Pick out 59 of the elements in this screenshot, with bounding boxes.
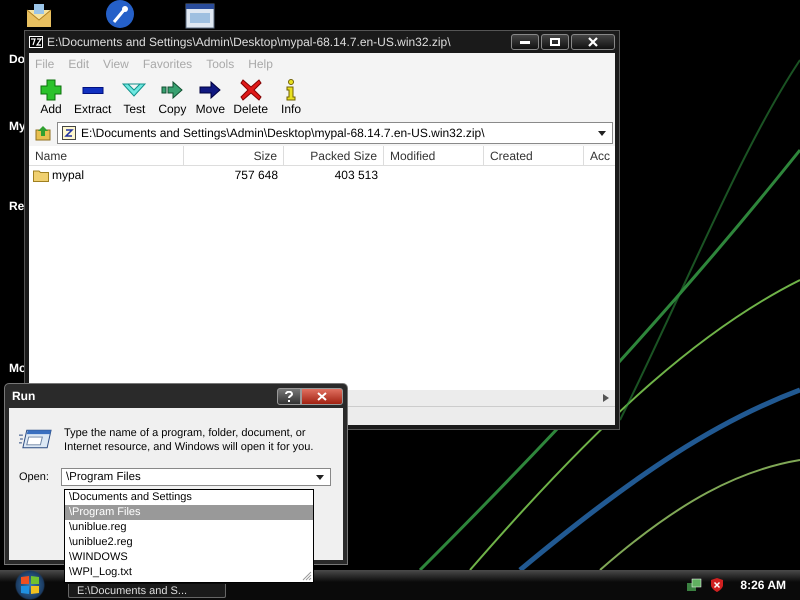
toolbar-button[interactable]: Add	[33, 76, 69, 118]
address-field[interactable]: E:\Documents and Settings\Admin\Desktop\mypal-68.14.7.en-US.win32.zip\	[57, 122, 613, 144]
plus-icon	[39, 78, 63, 102]
column-header[interactable]: Name	[29, 146, 184, 165]
help-button[interactable]	[277, 388, 301, 404]
toolbar-button[interactable]: Move	[192, 76, 228, 118]
scroll-right-icon[interactable]	[603, 394, 609, 402]
open-label: Open:	[19, 471, 49, 483]
open-combobox[interactable]: \Program Files	[60, 468, 331, 486]
window-title: E:\Documents and Settings\Admin\Desktop\mypal-68.14.7.en-US.win32.zip\	[47, 35, 451, 49]
up-folder-button[interactable]	[33, 123, 53, 143]
arrow-right-icon	[198, 78, 222, 102]
instruction-text: Type the name of a program, folder, document, or Internet resource, and Windows will open it for you.	[64, 426, 314, 454]
close-icon	[588, 37, 598, 47]
close-button[interactable]	[571, 34, 615, 50]
suggestion-item[interactable]: \uniblue2.reg	[65, 535, 313, 550]
clock: 8:26 AM	[740, 578, 786, 592]
toolbar-button[interactable]: Delete	[230, 76, 272, 118]
minus-icon	[80, 86, 105, 94]
maximize-icon	[550, 38, 560, 46]
toolbar-button[interactable]: Copy	[154, 76, 190, 118]
envelope-icon[interactable]	[26, 2, 52, 28]
column-header[interactable]: Packed Size	[284, 146, 384, 165]
column-header[interactable]: Size	[184, 146, 284, 165]
archive-icon	[62, 126, 76, 140]
arrow-right-icon	[160, 78, 184, 102]
windows-logo-icon	[19, 574, 41, 596]
minimize-icon	[520, 40, 530, 44]
dialog-title: Run	[12, 389, 36, 403]
toolbar-button[interactable]: Info	[273, 76, 310, 118]
column-header[interactable]: Created	[484, 146, 584, 165]
table-cell-text: 403 513	[334, 168, 379, 182]
close-button[interactable]	[301, 388, 343, 404]
suggestion-item[interactable]: \uniblue.reg	[65, 520, 313, 535]
network-icon[interactable]	[686, 577, 702, 593]
window-icon[interactable]	[185, 3, 215, 29]
resize-grip-icon	[302, 571, 312, 581]
suggestion-item[interactable]: \WINDOWS	[65, 550, 313, 565]
suggestion-item[interactable]: \WPI_Log.txt	[65, 565, 313, 580]
maximize-button[interactable]	[541, 34, 569, 50]
column-header[interactable]: Acc	[584, 146, 615, 165]
column-header[interactable]: Modified	[384, 146, 484, 165]
dropdown-arrow-icon	[316, 474, 324, 480]
folder-icon	[33, 168, 49, 182]
question-mark-icon	[285, 390, 293, 402]
table-cell-text: 757 648	[234, 168, 279, 182]
dropdown-arrow-icon	[598, 130, 606, 136]
file-name-cell[interactable]: mypal	[29, 168, 184, 182]
suggestion-item[interactable]: \Documents and Settings	[65, 490, 313, 505]
shield-icon[interactable]	[710, 577, 724, 593]
app-logo-icon	[29, 36, 43, 48]
desktop-icon-label[interactable]: Do	[9, 52, 25, 66]
toolbar-button[interactable]: Extract	[71, 76, 114, 118]
taskbar-button[interactable]: E:\Documents and S...	[68, 584, 226, 598]
toolbar-button[interactable]: Test	[116, 76, 152, 118]
minimize-button[interactable]	[511, 34, 539, 50]
close-icon	[317, 392, 327, 400]
desktop-icon-label[interactable]: Re	[9, 199, 24, 213]
cross-icon	[238, 78, 263, 102]
